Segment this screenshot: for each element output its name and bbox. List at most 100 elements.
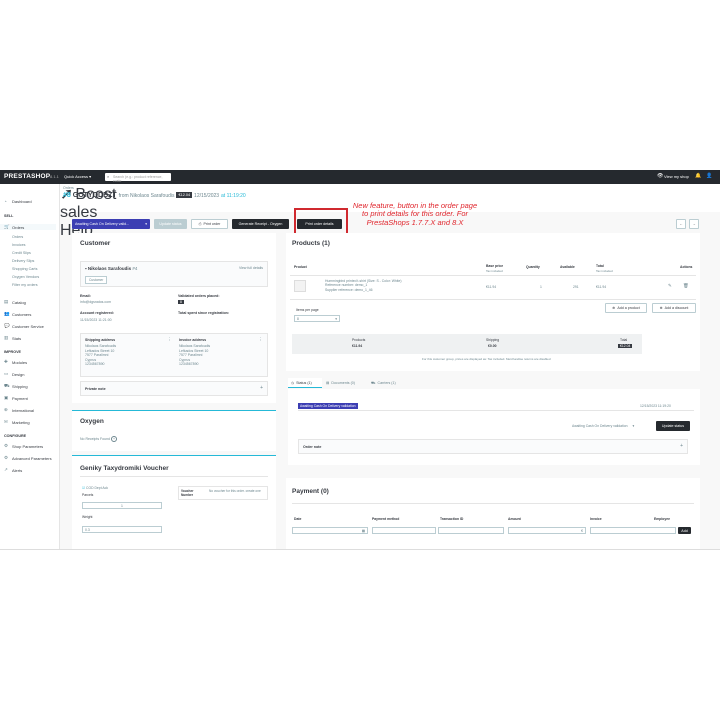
breadcrumb[interactable]: Orders bbox=[63, 186, 74, 190]
tab-carriers-label: Carriers (1) bbox=[377, 381, 396, 385]
customer-email[interactable]: info@dgsnatos.com bbox=[80, 300, 111, 305]
checkbox-icon[interactable]: ☑ bbox=[82, 486, 85, 490]
payment-date-input[interactable]: ▦ bbox=[292, 527, 368, 534]
plus-icon: ⊕ bbox=[612, 306, 616, 310]
total-spent-label: Total spent since registration: bbox=[178, 311, 230, 315]
search-input[interactable]: ⌕ Search (e.g.: product reference, custo bbox=[105, 173, 171, 183]
sidebar-item-shop-parameters[interactable]: ⚙ Shop Parameters bbox=[4, 443, 43, 449]
registered-date: 11/15/2023 11:21:00 bbox=[80, 318, 112, 322]
invoice-address: Nikolaos Sarafoudis Lefkados Street 10 7… bbox=[179, 344, 210, 367]
plus-icon[interactable]: + bbox=[260, 385, 263, 391]
order-note-label: Order note bbox=[303, 445, 322, 449]
sidebar-item-payment[interactable]: ▣ Payment bbox=[4, 395, 28, 401]
sidebar-item-design[interactable]: ▭ Design bbox=[4, 371, 24, 377]
sidebar-sub-credit-slips[interactable]: Credit Slips bbox=[12, 251, 31, 255]
private-note-label: Private note bbox=[85, 387, 106, 391]
payment-method-input[interactable] bbox=[372, 527, 436, 534]
sidebar-item-orders[interactable]: 🛒 Orders bbox=[0, 224, 56, 230]
shipping-address: Nikolaos Sarafoudis Lefkados Street 10 7… bbox=[85, 344, 116, 367]
sidebar-heading-improve: IMPROVE bbox=[4, 350, 22, 354]
sidebar-item-alerts[interactable]: ↗ Alerts bbox=[4, 467, 22, 473]
items-per-page-value: 8 bbox=[297, 317, 299, 321]
invoice-select[interactable] bbox=[590, 527, 676, 534]
sidebar-item-stats[interactable]: ▥ Stats bbox=[4, 335, 21, 341]
shipping-address-label: Shipping address bbox=[85, 338, 116, 342]
products-title: Products (1) bbox=[292, 240, 330, 247]
col-quantity: Quantity bbox=[526, 265, 540, 269]
sidebar-sub-shopping-carts[interactable]: Shopping Carts bbox=[12, 267, 37, 271]
add-payment-button[interactable]: Add bbox=[678, 527, 691, 534]
advanced-icon: ⚙ bbox=[4, 455, 9, 460]
col-total: Total bbox=[596, 264, 604, 268]
next-order-icon[interactable]: → bbox=[689, 219, 699, 229]
prestashop-logo[interactable]: PRESTASHOP bbox=[4, 173, 50, 180]
view-shop-link[interactable]: View my shop bbox=[664, 174, 689, 179]
more-options-icon[interactable]: ⋮ bbox=[259, 337, 264, 343]
previous-order-icon[interactable]: ← bbox=[676, 219, 686, 229]
col-base-price: Base price bbox=[486, 264, 504, 268]
add-discount-label: Add a discount bbox=[664, 306, 689, 310]
amount-input[interactable]: € bbox=[508, 527, 586, 534]
page-title: #8 GOTYQDBZT from Nikolaos Sarafoudis €1… bbox=[63, 192, 246, 199]
sidebar-sub-filter-orders[interactable]: Filter my orders bbox=[12, 283, 38, 287]
tab-carriers[interactable]: ⛟ Carriers (1) bbox=[371, 378, 407, 388]
items-per-page-select[interactable]: 8 ▾ bbox=[294, 315, 340, 322]
address-line: Nikolaos Sarafoudis bbox=[85, 344, 117, 348]
status-select[interactable]: Awaiting Cash On Delivery validation ▾ bbox=[572, 424, 634, 428]
plus-icon[interactable]: + bbox=[680, 443, 683, 449]
divider bbox=[290, 275, 696, 276]
voucher-options[interactable]: ☑ COD Dept Ack bbox=[82, 486, 108, 490]
sidebar-item-dashboard[interactable]: ◔ Dashboard bbox=[4, 198, 32, 204]
sidebar-item-advanced-parameters[interactable]: ⚙ Advanced Parameters bbox=[4, 455, 52, 461]
sidebar-item-international[interactable]: ⊕ International bbox=[4, 407, 34, 413]
addresses-box: Shipping address Nikolaos Sarafoudis Lef… bbox=[80, 333, 268, 377]
voucher-empty-text: No voucher for this order. create one bbox=[209, 489, 261, 493]
sidebar-sub-delivery-slips[interactable]: Delivery Slips bbox=[12, 259, 34, 263]
sidebar: ◔ Dashboard SELL 🛒 Orders Orders Invoices … bbox=[0, 184, 60, 550]
add-product-button[interactable]: ⊕ Add a product bbox=[605, 303, 647, 313]
tab-documents[interactable]: ▤ Documents (0) bbox=[326, 378, 366, 388]
tab-status[interactable]: ◷ Status (1) bbox=[288, 378, 322, 388]
weight-input[interactable]: 0.3 bbox=[82, 526, 162, 533]
print-order-button[interactable]: ⎙ Print order bbox=[191, 219, 228, 229]
private-note-row[interactable]: Private note + bbox=[80, 381, 268, 396]
quick-access-menu[interactable]: Quick Access ▾ bbox=[64, 174, 91, 179]
more-options-icon[interactable]: ⋮ bbox=[167, 337, 172, 343]
puzzle-icon: ✚ bbox=[4, 359, 8, 364]
order-status-select[interactable]: Awaiting Cash On Delivery valid... ▾ bbox=[72, 219, 150, 229]
sidebar-item-marketing[interactable]: ✉ Marketing bbox=[4, 419, 30, 425]
sidebar-item-modules[interactable]: ✚ Modules bbox=[4, 359, 27, 365]
product-info: Hummingbird printed t-shirt (Size: S - C… bbox=[325, 279, 402, 292]
account-icon[interactable]: 👤 bbox=[706, 173, 712, 179]
divider bbox=[298, 410, 694, 411]
update-status-button[interactable]: Update status bbox=[656, 421, 690, 431]
transaction-id-input[interactable] bbox=[438, 527, 504, 534]
sidebar-item-customers[interactable]: 👥 Customers bbox=[4, 311, 31, 317]
sidebar-item-customer-service[interactable]: 💬 Customer Service bbox=[4, 323, 44, 329]
col-transaction-id: Transaction ID bbox=[440, 517, 464, 521]
order-note-row[interactable]: Order note + bbox=[298, 439, 688, 454]
update-status-button[interactable]: Update status bbox=[154, 219, 187, 229]
parcels-label: Parcels bbox=[82, 493, 94, 497]
edit-icon[interactable]: ✎ bbox=[668, 283, 672, 289]
generate-receipt-button[interactable]: Generate Receipt - Oxygen bbox=[232, 219, 289, 229]
plus-circle-icon[interactable]: + bbox=[110, 436, 117, 442]
view-full-details-link[interactable]: View full details bbox=[239, 266, 263, 270]
no-receipts-label: No Receipts Found bbox=[80, 437, 110, 441]
payment-icon: ▣ bbox=[4, 395, 9, 400]
order-number: #8 bbox=[63, 192, 71, 199]
sidebar-sub-invoices[interactable]: Invoices bbox=[12, 243, 26, 247]
globe-icon: ⊕ bbox=[4, 407, 8, 412]
parcels-input[interactable]: 1 bbox=[82, 502, 162, 509]
add-discount-button[interactable]: ⊕ Add a discount bbox=[652, 303, 696, 313]
eye-icon[interactable]: 👁 bbox=[657, 173, 663, 179]
sidebar-item-shipping[interactable]: ⛟ Shipping bbox=[4, 383, 28, 389]
calendar-icon: ▦ bbox=[361, 529, 365, 533]
notifications-icon[interactable]: 🔔 bbox=[695, 173, 701, 179]
sidebar-sub-orders[interactable]: Orders bbox=[12, 235, 23, 239]
status-select-value: Awaiting Cash On Delivery valid... bbox=[75, 222, 130, 226]
delete-icon[interactable]: 🗑 bbox=[683, 283, 689, 289]
sidebar-sub-oxygen-vendors[interactable]: Oxygen Vendors bbox=[12, 275, 39, 279]
sidebar-item-catalog[interactable]: ▤ Catalog bbox=[4, 299, 26, 305]
user-icon: ▪ bbox=[85, 266, 87, 271]
